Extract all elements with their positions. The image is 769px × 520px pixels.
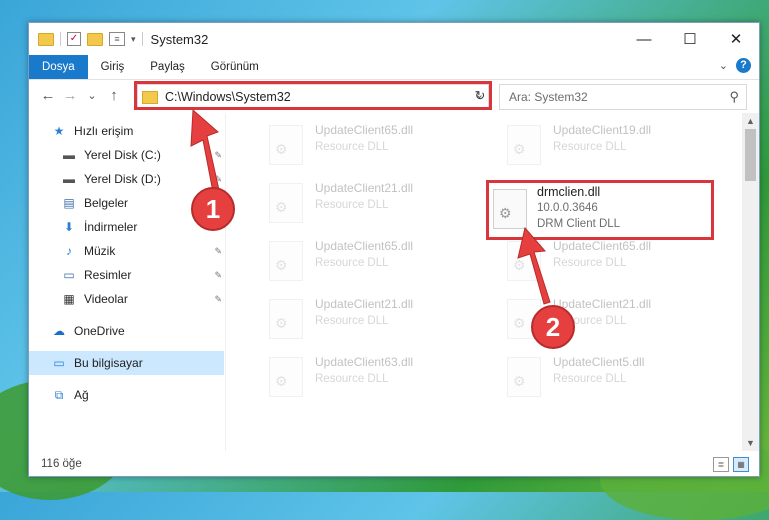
- step-2-badge: 2: [531, 305, 575, 349]
- annotation-overlay: [190, 108, 551, 305]
- arrow-1: [190, 108, 220, 193]
- step-1-badge: 1: [191, 187, 235, 231]
- arrow-2: [517, 226, 551, 305]
